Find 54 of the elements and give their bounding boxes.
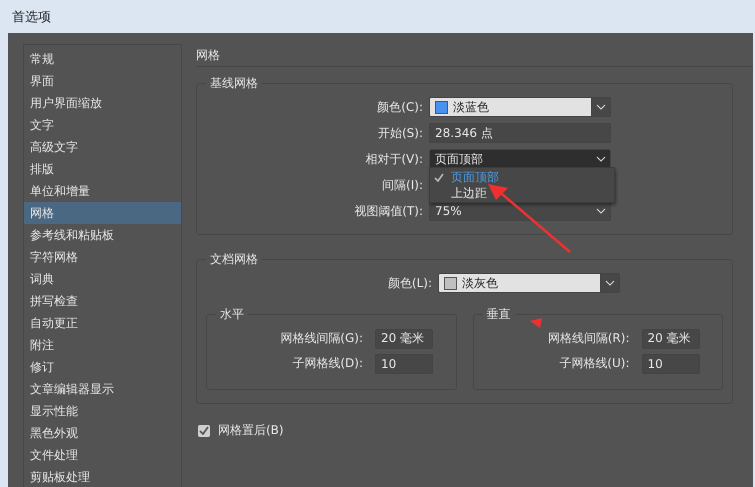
sidebar-item[interactable]: 界面 (24, 70, 181, 92)
group-title: 文档网格 (206, 251, 262, 267)
caret-icon (596, 104, 606, 110)
section-title: 网格 (196, 44, 753, 67)
field-label: 网格线间隔(R): (546, 330, 630, 347)
menu-item[interactable]: 上边距 (430, 185, 614, 201)
sidebar-item[interactable]: 显示性能 (24, 400, 181, 422)
caret-icon (596, 156, 606, 162)
field-label: 颜色(C): (376, 98, 424, 116)
sidebar-item[interactable]: 词典 (24, 268, 181, 290)
menu-item[interactable]: 页面顶部 (430, 169, 614, 185)
group-title: 基线网格 (206, 75, 262, 91)
input-field[interactable]: 10 (375, 354, 433, 374)
caret-icon (605, 280, 615, 286)
field-label: 视图阈值(T): (353, 202, 424, 220)
sidebar-item[interactable]: 用户界面缩放 (24, 92, 181, 114)
group-title: 垂直 (482, 306, 514, 322)
input-field[interactable]: 10 (642, 354, 700, 374)
field-label: 开始(S): (376, 124, 424, 142)
input-field[interactable]: 20 毫米 (642, 328, 700, 348)
sidebar-item[interactable]: 文章编辑器显示 (24, 378, 181, 400)
checkbox[interactable] (198, 424, 210, 436)
caret-icon (596, 208, 606, 214)
field-label: 子网格线(D): (291, 355, 364, 372)
sidebar-item[interactable]: 黑色外观 (24, 422, 181, 444)
window-title: 首选项 (12, 8, 51, 26)
group-title: 水平 (216, 306, 248, 322)
field-label: 子网格线(U): (558, 355, 630, 372)
field-label: 间隔(I): (381, 176, 424, 194)
sidebar-item[interactable]: 排版 (24, 158, 181, 180)
checkbox-label: 网格置后(B) (218, 422, 284, 439)
field-label: 颜色(L): (386, 274, 433, 292)
color-dropdown[interactable]: 淡蓝色 (429, 97, 611, 117)
input-field[interactable]: 20 毫米 (375, 328, 433, 348)
field-label: 网格线间隔(G): (279, 330, 364, 347)
sidebar-item[interactable]: 网格 (24, 202, 181, 224)
sidebar-item[interactable]: 文件处理 (24, 444, 181, 466)
sidebar-item[interactable]: 单位和增量 (24, 180, 181, 202)
sidebar-item[interactable]: 拼写检查 (24, 290, 181, 312)
arrowhead-icon (530, 318, 542, 328)
checkmark-icon (434, 172, 444, 182)
sidebar-item[interactable]: 自动更正 (24, 312, 181, 334)
sidebar-item[interactable]: 参考线和粘贴板 (24, 224, 181, 246)
sidebar-item[interactable]: 文字 (24, 114, 181, 136)
sidebar-item[interactable]: 常规 (24, 48, 181, 70)
sidebar-item[interactable]: 修订 (24, 356, 181, 378)
field-label: 相对于(V): (364, 150, 424, 168)
sidebar-item[interactable]: 剪贴板处理 (24, 466, 181, 487)
input-field[interactable]: 28.346 点 (429, 123, 611, 143)
dropdown[interactable]: 页面顶部 (429, 149, 611, 169)
sidebar-item[interactable]: 字符网格 (24, 246, 181, 268)
sidebar-item[interactable]: 附注 (24, 334, 181, 356)
sidebar-item[interactable]: 高级文字 (24, 136, 181, 158)
color-dropdown[interactable]: 淡灰色 (438, 273, 620, 293)
